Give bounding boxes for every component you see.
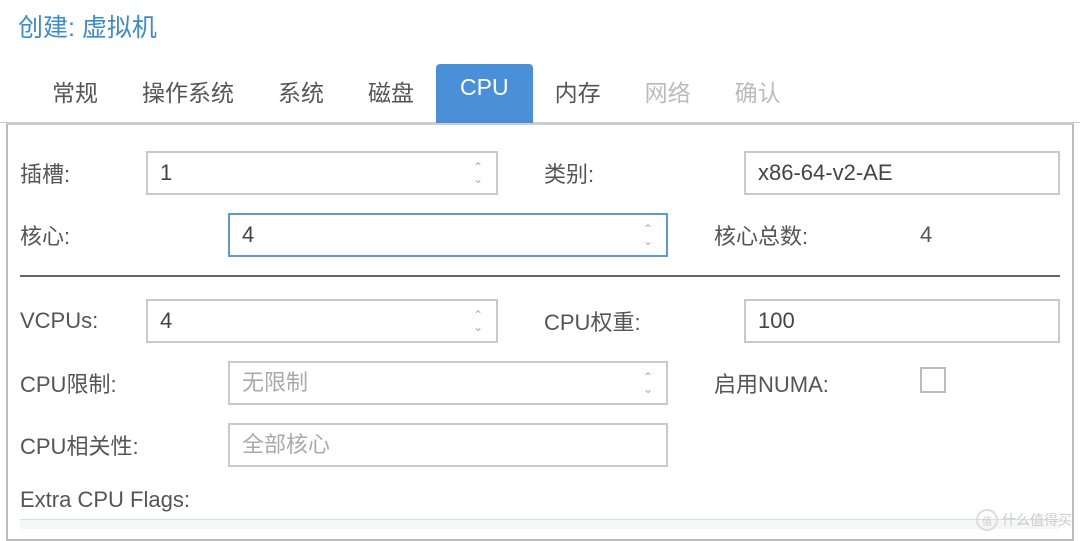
- type-input[interactable]: [746, 153, 1058, 193]
- chevron-up-icon[interactable]: ⌃: [473, 162, 483, 172]
- cpu-weight-spinner[interactable]: [744, 299, 1060, 343]
- chevron-down-icon[interactable]: ⌄: [643, 384, 653, 394]
- tab-network: 网络: [623, 64, 713, 122]
- cpu-limit-spinner[interactable]: ⌃ ⌄: [228, 361, 668, 405]
- cpu-weight-label: CPU权重:: [544, 305, 744, 337]
- sockets-spinner-arrows[interactable]: ⌃ ⌄: [460, 153, 496, 193]
- vcpus-spinner[interactable]: ⌃ ⌄: [146, 299, 498, 343]
- chevron-down-icon[interactable]: ⌄: [643, 236, 653, 246]
- vcpus-label: VCPUs:: [20, 308, 146, 334]
- sockets-label: 插槽:: [20, 157, 146, 189]
- divider: [20, 275, 1060, 277]
- chevron-up-icon[interactable]: ⌃: [473, 310, 483, 320]
- cpu-limit-spinner-arrows[interactable]: ⌃ ⌄: [630, 363, 666, 403]
- extra-cpu-flags-area: [20, 519, 1060, 529]
- tab-disk[interactable]: 磁盘: [346, 64, 436, 122]
- cpu-affinity-input[interactable]: [230, 425, 666, 465]
- type-label: 类别:: [544, 157, 744, 189]
- cpu-affinity-field[interactable]: [228, 423, 668, 467]
- tab-cpu[interactable]: CPU: [436, 64, 533, 123]
- cores-label: 核心:: [20, 219, 228, 251]
- chevron-down-icon[interactable]: ⌄: [473, 322, 483, 332]
- enable-numa-label: 启用NUMA:: [714, 367, 914, 399]
- cores-input[interactable]: [230, 215, 630, 255]
- chevron-down-icon[interactable]: ⌄: [473, 174, 483, 184]
- sockets-spinner[interactable]: ⌃ ⌄: [146, 151, 498, 195]
- sockets-input[interactable]: [148, 153, 460, 193]
- cpu-limit-label: CPU限制:: [20, 367, 228, 399]
- enable-numa-checkbox[interactable]: [920, 367, 946, 393]
- tabs-bar: 常规 操作系统 系统 磁盘 CPU 内存 网络 确认: [0, 44, 1080, 123]
- cores-spinner[interactable]: ⌃ ⌄: [228, 213, 668, 257]
- chevron-up-icon[interactable]: ⌃: [643, 224, 653, 234]
- tab-memory[interactable]: 内存: [533, 64, 623, 122]
- cpu-affinity-label: CPU相关性:: [20, 429, 228, 461]
- extra-cpu-flags-label: Extra CPU Flags:: [20, 487, 1060, 513]
- total-cores-label: 核心总数:: [714, 219, 914, 251]
- tab-system[interactable]: 系统: [256, 64, 346, 122]
- watermark-text: 什么值得买: [1002, 510, 1072, 530]
- tab-os[interactable]: 操作系统: [120, 64, 256, 122]
- window-title: 创建: 虚拟机: [0, 0, 1080, 44]
- cpu-weight-input[interactable]: [746, 301, 1058, 341]
- cores-spinner-arrows[interactable]: ⌃ ⌄: [630, 215, 666, 255]
- type-field[interactable]: [744, 151, 1060, 195]
- total-cores-value: 4: [914, 222, 932, 247]
- cpu-limit-input[interactable]: [230, 363, 630, 403]
- tab-general[interactable]: 常规: [30, 64, 120, 122]
- cpu-panel: 插槽: ⌃ ⌄ 类别: 核心: ⌃: [6, 123, 1074, 541]
- watermark-icon: 值: [976, 509, 998, 531]
- tab-confirm: 确认: [713, 64, 803, 122]
- vcpus-spinner-arrows[interactable]: ⌃ ⌄: [460, 301, 496, 341]
- chevron-up-icon[interactable]: ⌃: [643, 372, 653, 382]
- watermark: 值 什么值得买: [976, 509, 1072, 531]
- vcpus-input[interactable]: [148, 301, 460, 341]
